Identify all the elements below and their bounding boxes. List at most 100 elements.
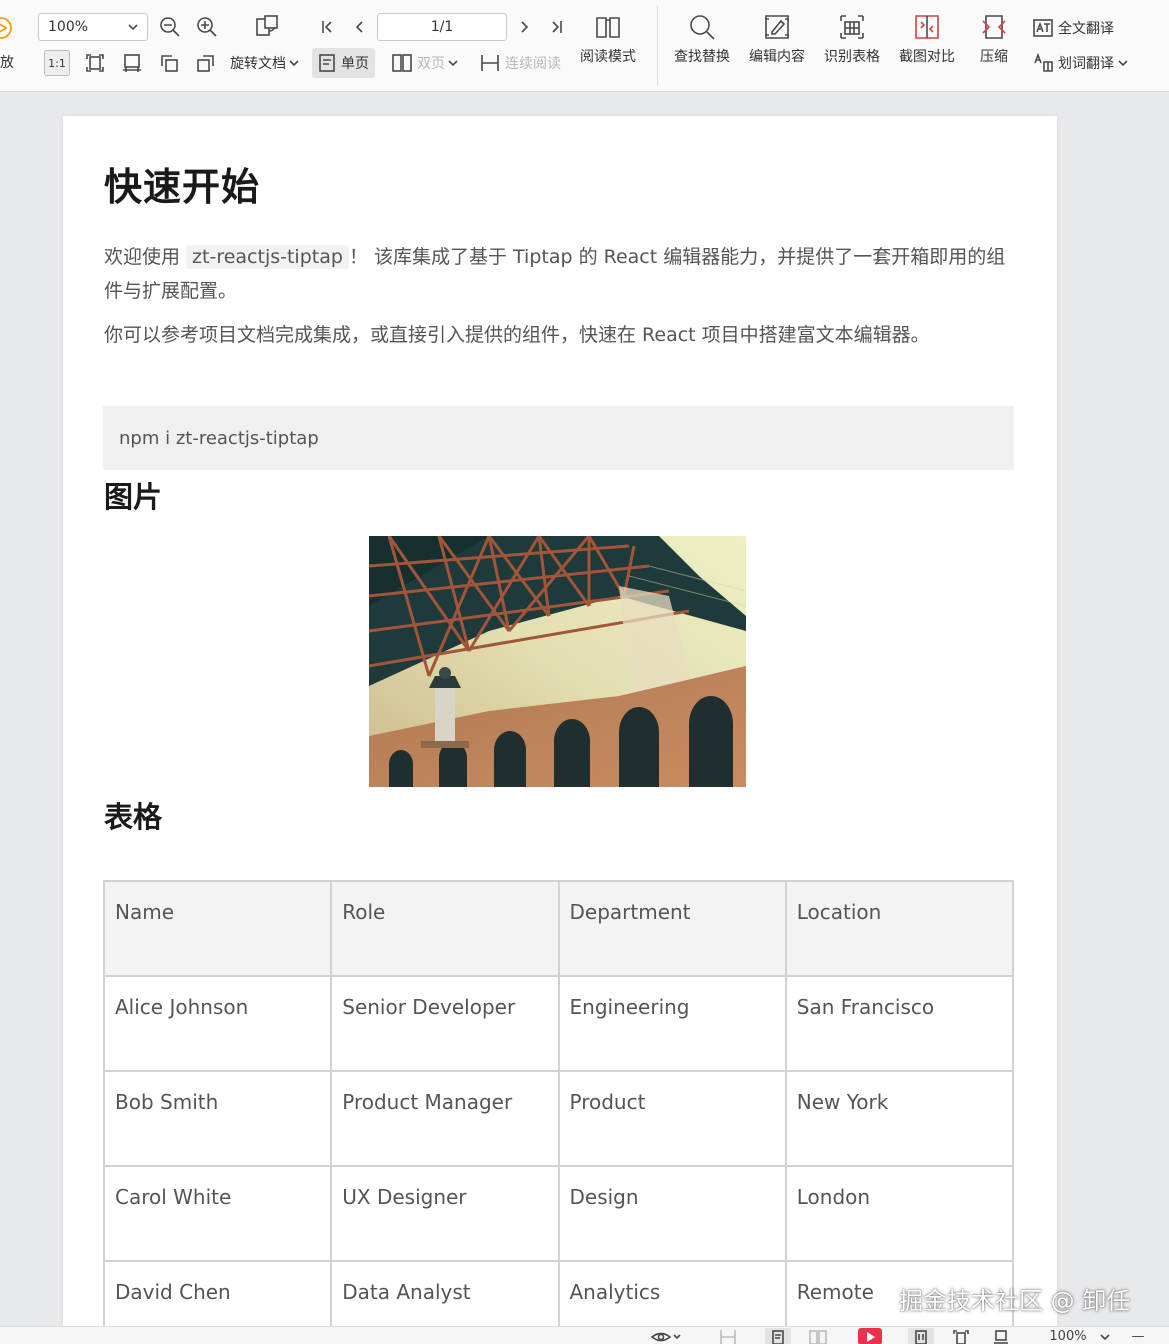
single-status-icon[interactable] xyxy=(765,1328,791,1344)
book-icon xyxy=(594,12,622,42)
play-icon[interactable] xyxy=(0,16,18,40)
find-replace-label: 查找替换 xyxy=(674,49,730,65)
compare-icon xyxy=(913,12,941,42)
fit-height-status-icon[interactable] xyxy=(990,1329,1012,1344)
double-page-label: 双页 xyxy=(417,56,445,72)
table-row: Bob Smith Product Manager Product New Yo… xyxy=(102,1070,1015,1167)
table-row: Alice Johnson Senior Developer Engineeri… xyxy=(102,975,1015,1072)
zoom-in-icon[interactable] xyxy=(195,14,219,40)
table-header-row: Name Role Department Location xyxy=(102,880,1015,977)
fit-width-icon[interactable] xyxy=(120,50,144,76)
continuous-status-icon[interactable] xyxy=(718,1329,738,1344)
rotate-left-icon[interactable] xyxy=(157,50,181,76)
cell-role: UX Designer xyxy=(330,1165,560,1262)
inline-code: zt-reactjs-tiptap xyxy=(186,245,349,269)
fit-width-status-icon[interactable] xyxy=(950,1329,972,1344)
word-translate-button[interactable]: 划词翻译 xyxy=(1033,48,1128,78)
recognize-table-button[interactable]: 识别表格 xyxy=(824,12,880,66)
toolbar: 放 100% 1:1 旋转文档 单页 双页 连续阅读 1/1 阅读模式 查找替换… xyxy=(0,0,1169,92)
cell-department: Product xyxy=(557,1070,787,1167)
table-row: Carol White UX Designer Design London xyxy=(102,1165,1015,1262)
zoom-minus-button[interactable]: — xyxy=(1128,1327,1148,1344)
cell-location: New York xyxy=(784,1070,1015,1167)
chevron-down-icon xyxy=(128,24,138,31)
rotate-right-icon[interactable] xyxy=(194,50,218,76)
watermark: 掘金技术社区 @ 卸任 xyxy=(899,1287,1131,1315)
rotate-doc-icon[interactable] xyxy=(252,12,282,42)
screenshot-compare-button[interactable]: 截图对比 xyxy=(899,12,955,66)
search-icon xyxy=(688,12,716,42)
intro-paragraph: 欢迎使用 zt-reactjs-tiptap！ 该库集成了基于 Tiptap 的… xyxy=(104,240,1014,308)
compress-label: 压缩 xyxy=(980,49,1008,65)
document-page: 快速开始 欢迎使用 zt-reactjs-tiptap！ 该库集成了基于 Tip… xyxy=(63,116,1057,1326)
header-name: Name xyxy=(102,880,333,977)
double-page-button[interactable]: 双页 xyxy=(392,48,458,78)
page-number-value: 1/1 xyxy=(430,19,454,35)
data-table: Name Role Department Location Alice John… xyxy=(102,880,1015,1326)
table-recognize-icon xyxy=(838,12,866,42)
code-block: npm i zt-reactjs-tiptap xyxy=(103,406,1014,470)
table-row: David Chen Data Analyst Analytics Remote xyxy=(102,1260,1015,1326)
cell-name: Carol White xyxy=(102,1165,333,1262)
recognize-table-label: 识别表格 xyxy=(824,49,880,65)
compress-button[interactable]: 压缩 xyxy=(980,12,1008,66)
header-department: Department xyxy=(557,880,787,977)
continuous-read-button[interactable]: 连续阅读 xyxy=(480,48,561,78)
zoom-value: 100% xyxy=(48,19,89,35)
edit-icon xyxy=(763,12,791,42)
fit-page-icon[interactable] xyxy=(83,50,107,76)
screenshot-compare-label: 截图对比 xyxy=(899,49,955,65)
word-translate-icon xyxy=(1034,53,1053,72)
full-translate-button[interactable]: 全文翻译 xyxy=(1033,13,1114,43)
rotate-doc-button[interactable]: 旋转文档 xyxy=(230,48,299,78)
single-page-icon xyxy=(319,54,335,72)
find-replace-button[interactable]: 查找替换 xyxy=(674,12,730,66)
doc-title: 快速开始 xyxy=(104,165,261,209)
cell-role: Data Analyst xyxy=(330,1260,560,1326)
read-mode-button[interactable]: 阅读模式 xyxy=(580,12,636,66)
continuous-read-icon xyxy=(481,55,499,71)
word-translate-label: 划词翻译 xyxy=(1058,56,1114,72)
table-heading: 表格 xyxy=(104,800,163,834)
header-role: Role xyxy=(330,880,560,977)
double-status-icon[interactable] xyxy=(808,1329,828,1344)
double-page-icon xyxy=(392,54,412,72)
zoom-select[interactable]: 100% xyxy=(38,13,148,41)
code-block-text: npm i zt-reactjs-tiptap xyxy=(119,427,319,449)
compress-icon xyxy=(980,12,1008,42)
actual-size-label: 1:1 xyxy=(48,56,66,70)
page-number-input[interactable]: 1/1 xyxy=(377,13,507,41)
cell-department: Analytics xyxy=(557,1260,787,1326)
single-page-label: 单页 xyxy=(341,56,369,72)
second-paragraph: 你可以参考项目文档完成集成，或直接引入提供的组件，快速在 React 项目中搭建… xyxy=(104,324,930,346)
read-mode-label: 阅读模式 xyxy=(580,49,636,65)
view-options-button[interactable] xyxy=(648,1329,684,1344)
rotate-doc-label: 旋转文档 xyxy=(230,56,286,72)
first-page-icon[interactable] xyxy=(318,16,336,38)
prev-page-icon[interactable] xyxy=(350,16,368,38)
image-heading: 图片 xyxy=(104,480,163,514)
single-page-button[interactable]: 单页 xyxy=(312,48,375,78)
chevron-down-icon[interactable] xyxy=(1098,1329,1112,1344)
continuous-read-label: 连续阅读 xyxy=(505,56,561,72)
last-page-icon[interactable] xyxy=(548,16,566,38)
edit-content-button[interactable]: 编辑内容 xyxy=(749,12,805,66)
translate-icon xyxy=(1033,19,1053,37)
chevron-down-icon xyxy=(448,60,458,67)
fit-page-status-icon[interactable] xyxy=(908,1328,934,1344)
next-page-icon[interactable] xyxy=(516,16,534,38)
play-slideshow-icon[interactable] xyxy=(858,1328,882,1344)
status-zoom-value[interactable]: 100% xyxy=(1040,1328,1096,1344)
cell-role: Product Manager xyxy=(330,1070,560,1167)
left-cut-label[interactable]: 放 xyxy=(0,52,18,72)
actual-size-button[interactable]: 1:1 xyxy=(44,50,70,76)
cell-location: San Francisco xyxy=(784,975,1015,1072)
zoom-out-icon[interactable] xyxy=(158,14,182,40)
bridge-photo xyxy=(369,536,746,787)
eye-icon xyxy=(651,1332,681,1342)
cell-name: David Chen xyxy=(102,1260,333,1326)
intro-text-start: 欢迎使用 xyxy=(104,246,187,268)
toolbar-divider xyxy=(657,6,658,86)
status-bar: 100% — xyxy=(0,1326,1169,1344)
cell-name: Alice Johnson xyxy=(102,975,333,1072)
